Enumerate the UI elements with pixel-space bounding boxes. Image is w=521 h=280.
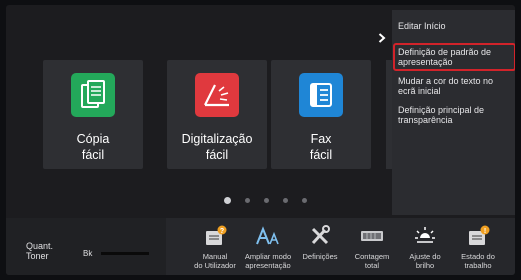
job-status-label: Estado do trabalho (461, 252, 495, 270)
tile-label: Digitalização fácil (181, 132, 253, 162)
manual-icon: ? (186, 224, 244, 248)
menu-item-display-pattern[interactable]: Definição de padrão de apresentação (393, 43, 515, 71)
job-status-button[interactable]: ! Estado do trabalho (449, 224, 507, 270)
toner-bk-label: Bk (83, 249, 93, 258)
total-count-button[interactable]: Contagem total (343, 224, 401, 270)
enlarge-display-button[interactable]: Ampliar modo apresentação (239, 224, 297, 270)
text-size-icon (239, 224, 297, 248)
menu-item-transparency[interactable]: Definição principal de transparência (398, 105, 510, 125)
toner-status: Quant. Toner Bk (6, 218, 166, 275)
page-dot[interactable] (264, 198, 269, 203)
brightness-icon (396, 224, 454, 248)
home-screen: Cópia fácil Digitalização fácil Fax fáci… (6, 5, 515, 275)
tile-easy-copy[interactable]: Cópia fácil (43, 60, 143, 169)
tile-label: Fax fácil (309, 132, 333, 162)
settings-button[interactable]: Definições (291, 224, 349, 261)
page-dot[interactable] (224, 197, 231, 204)
copy-icon (71, 73, 115, 117)
counter-icon (343, 224, 401, 248)
user-manual-button[interactable]: ? Manual do Utilizador (186, 224, 244, 270)
settings-tools-icon (291, 224, 349, 248)
brightness-label: Ajuste do brilho (409, 252, 441, 270)
tile-easy-scan[interactable]: Digitalização fácil (167, 60, 267, 169)
svg-text:?: ? (220, 228, 224, 235)
page-dot[interactable] (245, 198, 250, 203)
enlarge-display-label: Ampliar modo apresentação (244, 252, 292, 270)
fax-icon (299, 73, 343, 117)
total-count-label: Contagem total (354, 252, 390, 270)
tile-label: Cópia fácil (76, 132, 110, 162)
toner-level-bar (101, 252, 149, 255)
home-settings-menu: Editar Início Definição de padrão de apr… (392, 10, 515, 215)
page-dot[interactable] (283, 198, 288, 203)
menu-item-text-color[interactable]: Mudar a cor do texto no ecrã inicial (398, 76, 510, 96)
user-manual-label: Manual do Utilizador (194, 252, 236, 270)
menu-collapse-button[interactable] (372, 18, 392, 58)
tile-easy-fax[interactable]: Fax fácil (271, 60, 371, 169)
settings-label: Definições (302, 252, 338, 261)
scanner-icon (195, 73, 239, 117)
bottom-bar: Quant. Toner Bk ? Manual do Utilizador A… (6, 218, 515, 275)
job-status-icon: ! (449, 224, 507, 248)
brightness-button[interactable]: Ajuste do brilho (396, 224, 454, 270)
svg-text:!: ! (484, 228, 486, 235)
chevron-right-icon (378, 33, 386, 43)
menu-item-edit-home[interactable]: Editar Início (398, 21, 510, 31)
toner-label: Quant. Toner (26, 241, 54, 261)
page-dot[interactable] (302, 198, 307, 203)
